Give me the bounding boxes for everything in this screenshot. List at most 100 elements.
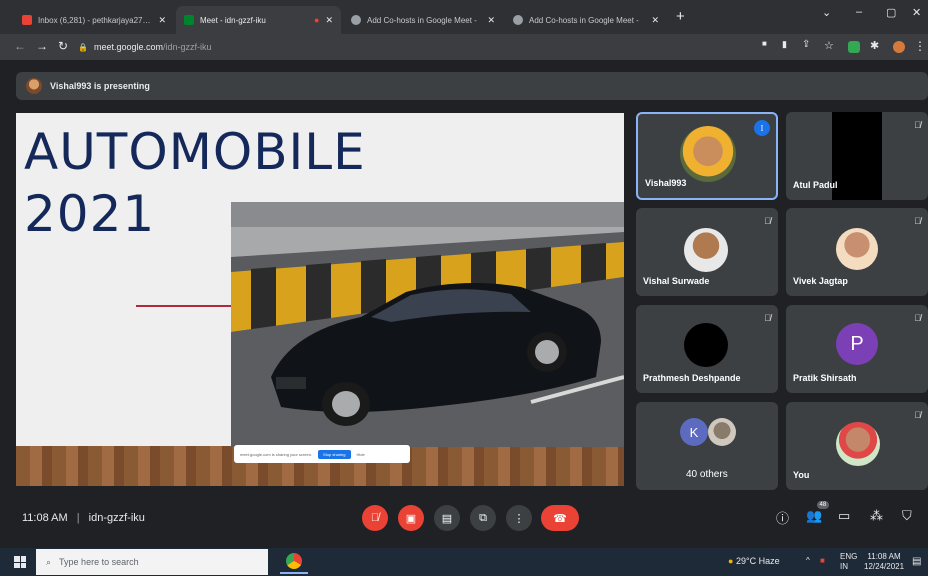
participant-name: Prathmesh Deshpande xyxy=(643,373,741,383)
slide-title: AUTOMOBILE xyxy=(24,123,366,181)
participant-tile[interactable]: ⁞ Vishal993 xyxy=(636,112,778,200)
new-tab-button[interactable]: + xyxy=(676,8,685,25)
lang-primary: ENG xyxy=(840,552,858,561)
tab-inbox[interactable]: Inbox (6,281) - pethkarjaya274@g ✕ xyxy=(14,6,174,34)
participant-name: You xyxy=(793,470,810,480)
captions-button[interactable]: ▤ xyxy=(434,505,460,531)
hang-up-icon: ☎ xyxy=(553,512,567,525)
participant-name: Atul Padul xyxy=(793,180,838,190)
presenter-avatar xyxy=(26,78,42,94)
slide-accent-line xyxy=(136,305,232,307)
speaking-indicator-icon: ⁞ xyxy=(754,120,770,136)
lang-region: IN xyxy=(840,562,848,571)
captions-icon: ▤ xyxy=(441,512,453,525)
url-path: /idn-gzzf-iku xyxy=(163,42,212,52)
extension-icon[interactable] xyxy=(848,41,860,53)
presenting-text: Vishal993 is presenting xyxy=(50,81,150,91)
presenting-banner: Vishal993 is presenting xyxy=(16,72,928,100)
weather-widget[interactable]: ● 29°C Haze xyxy=(728,556,780,566)
participant-avatar xyxy=(684,323,728,367)
self-tile[interactable]: 🎙̸ You xyxy=(786,402,928,490)
participant-tile[interactable]: P 🎙̸ Pratik Shirsath xyxy=(786,305,928,393)
more-options-button[interactable]: ⋮ xyxy=(506,505,532,531)
meeting-code: idn-gzzf-iku xyxy=(88,512,145,524)
sun-icon: ● xyxy=(728,556,734,566)
host-controls-icon[interactable]: ⛉ xyxy=(902,508,912,524)
participant-tile[interactable]: 🎙̸ Prathmesh Deshpande xyxy=(636,305,778,393)
tab-meet[interactable]: Meet - idn-gzzf-iku ● ✕ xyxy=(176,6,341,34)
notifications-icon[interactable]: ▤ xyxy=(912,556,921,567)
activities-icon[interactable]: ⁂ xyxy=(870,508,883,524)
meeting-details: 11:08 AM | idn-gzzf-iku xyxy=(22,512,145,524)
tab-add-cohosts-1[interactable]: Add Co-hosts in Google Meet - ✕ xyxy=(343,6,503,34)
mic-off-icon: 🎙̸ xyxy=(914,216,921,226)
leave-call-button[interactable]: ☎ xyxy=(541,505,579,531)
address-bar[interactable]: 🔒 meet.google.com /idn-gzzf-iku xyxy=(78,37,738,57)
chrome-taskbar-button[interactable] xyxy=(280,550,308,574)
screen: Inbox (6,281) - pethkarjaya274@g ✕ Meet … xyxy=(0,0,928,576)
chrome-icon xyxy=(513,15,523,25)
close-icon[interactable]: ✕ xyxy=(651,15,659,26)
people-button[interactable]: 👥 48 xyxy=(806,501,830,524)
participant-tile[interactable]: 🎙̸ Vivek Jagtap xyxy=(786,208,928,296)
mic-toggle-button[interactable]: 🎙̸ xyxy=(362,505,388,531)
participant-avatar: K xyxy=(680,418,708,446)
mic-off-icon: 🎙̸ xyxy=(914,313,921,323)
windows-taskbar: ⌕ Type here to search ● 29°C Haze ^ ■ EN… xyxy=(0,548,928,576)
search-placeholder: Type here to search xyxy=(59,557,139,567)
chrome-icon xyxy=(286,553,302,569)
info-icon[interactable]: ⓘ xyxy=(776,508,789,527)
mic-off-icon: 🎙̸ xyxy=(370,512,380,524)
car-image xyxy=(231,202,624,447)
participant-avatar xyxy=(684,228,728,272)
tab-add-cohosts-2[interactable]: Add Co-hosts in Google Meet - ✕ xyxy=(505,6,667,34)
tab-title: Inbox (6,281) - pethkarjaya274@g xyxy=(38,15,153,25)
screen-share-notice: meet.google.com is sharing your screen. … xyxy=(234,445,410,463)
menu-icon[interactable]: ⋮ xyxy=(914,39,926,53)
tab-title: Add Co-hosts in Google Meet - xyxy=(529,15,639,25)
others-count: 40 others xyxy=(686,469,728,480)
participant-tile[interactable]: 🎙̸ Vishal Surwade xyxy=(636,208,778,296)
participant-avatar: P xyxy=(836,323,878,365)
chat-icon[interactable]: ▭ xyxy=(838,508,850,524)
maximize-button[interactable]: ▢ xyxy=(886,6,896,19)
forward-icon[interactable]: → xyxy=(36,39,48,53)
mic-off-icon: 🎙̸ xyxy=(764,216,771,226)
others-tile[interactable]: K 40 others xyxy=(636,402,778,490)
mic-off-icon: 🎙̸ xyxy=(914,120,921,130)
close-window-button[interactable]: ✕ xyxy=(912,6,921,19)
camera-toggle-button[interactable]: ▣ xyxy=(398,505,424,531)
tray-app-icon[interactable]: ■ xyxy=(820,556,825,565)
close-icon[interactable]: ✕ xyxy=(325,15,333,26)
participant-tile[interactable]: 🎙̸ Atul Padul xyxy=(786,112,928,200)
participant-name: Vishal Surwade xyxy=(643,276,710,286)
star-icon[interactable]: ☆ xyxy=(824,39,834,52)
clock[interactable]: 11:08 AM 12/24/2021 xyxy=(864,552,904,572)
separator: | xyxy=(76,512,80,524)
share-icon[interactable]: ⇪ xyxy=(802,39,810,50)
mic-icon[interactable]: ▮ xyxy=(782,39,787,50)
close-icon[interactable]: ✕ xyxy=(487,15,495,26)
tray-expand-icon[interactable]: ^ xyxy=(806,556,810,565)
share-notice-text: meet.google.com is sharing your screen. xyxy=(240,451,313,457)
minimize-button[interactable]: – xyxy=(856,6,862,18)
tab-search-icon[interactable]: ⌄ xyxy=(822,6,831,19)
weather-text: 29°C Haze xyxy=(735,556,780,566)
profile-avatar[interactable] xyxy=(893,41,905,53)
slide-year: 2021 xyxy=(24,185,156,243)
camera-icon[interactable]: ■ xyxy=(762,39,767,48)
participant-avatar xyxy=(680,126,736,182)
stop-sharing-button[interactable]: Stop sharing xyxy=(318,449,351,459)
language-indicator[interactable]: ENG IN xyxy=(840,552,857,572)
puzzle-icon[interactable]: ✱ xyxy=(870,39,879,52)
hide-button[interactable]: Hide xyxy=(357,452,365,457)
windows-start-icon[interactable] xyxy=(14,556,26,568)
gmail-icon xyxy=(22,15,32,25)
present-button[interactable]: ⧉ xyxy=(470,505,496,531)
close-icon[interactable]: ✕ xyxy=(158,15,166,26)
search-icon: ⌕ xyxy=(46,556,52,567)
taskbar-search[interactable]: ⌕ Type here to search xyxy=(36,549,268,575)
recording-dot-icon: ● xyxy=(314,15,320,25)
reload-icon[interactable]: ↻ xyxy=(58,39,68,53)
back-icon[interactable]: ← xyxy=(14,39,26,53)
